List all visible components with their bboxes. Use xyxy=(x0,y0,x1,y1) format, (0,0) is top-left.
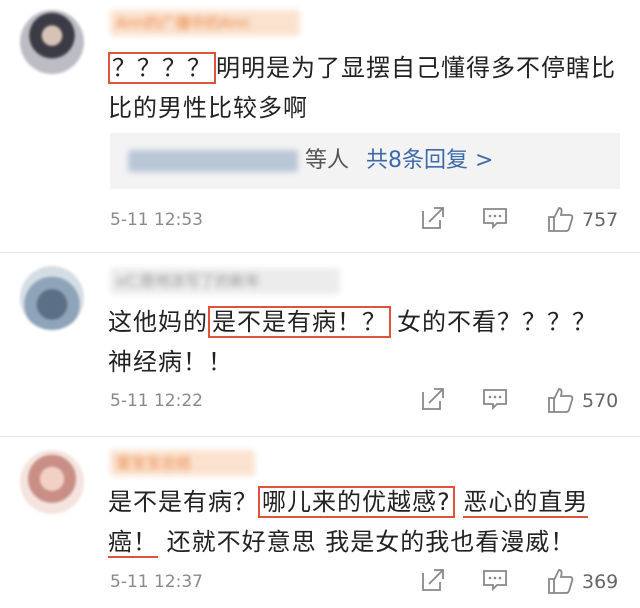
comment-text: 还就不好意思 我是女的我也看漫威！ xyxy=(166,528,576,556)
share-icon[interactable] xyxy=(420,386,446,416)
highlighted-text: ？？？？ xyxy=(108,52,216,84)
username[interactable]: o仁慈地涂写了的新年 xyxy=(110,268,340,294)
highlighted-text: 是不是有病！？ xyxy=(208,306,391,338)
comment-1: Ann的广播中的Ann ？？？？ 明明是为了显摆自己懂得多不停瞎比比的男性比较多啊… xyxy=(0,0,640,248)
username[interactable]: 雷宝宝总结 xyxy=(110,450,255,476)
like-icon[interactable] xyxy=(546,567,574,597)
reply-usernames-blurred xyxy=(128,150,298,172)
avatar[interactable] xyxy=(20,450,84,514)
view-replies-link[interactable]: 共8条回复 > xyxy=(366,148,493,173)
username-text: 雷宝宝总结 xyxy=(116,454,192,472)
timestamp: 5-11 12:22 xyxy=(110,391,203,411)
avatar[interactable] xyxy=(20,10,84,74)
underlined-text-2: 癌！ xyxy=(108,528,158,558)
username-text: Ann的广播中的Ann xyxy=(116,14,250,32)
divider xyxy=(0,436,640,437)
comment-body: ？？？？ 明明是为了显摆自己懂得多不停瞎比比的男性比较多啊 xyxy=(108,48,620,128)
username-text: o仁慈地涂写了的新年 xyxy=(116,272,261,290)
like-icon[interactable] xyxy=(546,205,574,235)
share-icon[interactable] xyxy=(420,205,446,235)
timestamp: 5-11 12:53 xyxy=(110,210,203,230)
divider xyxy=(0,252,640,253)
comment-2: o仁慈地涂写了的新年 这他妈的 是不是有病！？ 女的不看？？？？神经病！！ 5-11… xyxy=(0,258,640,434)
comment-footer: 5-11 12:53 757 xyxy=(110,205,620,235)
comment-footer: 5-11 12:22 570 xyxy=(110,386,620,416)
reply-suffix: 等人 xyxy=(305,148,350,173)
timestamp: 5-11 12:37 xyxy=(110,572,203,592)
comment-3: 雷宝宝总结 是不是有病？ 哪儿来的优越感? 恶心的直男癌！ 还就不好意思 我是女的… xyxy=(0,440,640,608)
comment-footer: 5-11 12:37 369 xyxy=(110,567,620,597)
username[interactable]: Ann的广播中的Ann xyxy=(110,10,300,36)
like-count: 570 xyxy=(582,390,619,412)
reply-summary[interactable]: 等人 共8条回复 > xyxy=(110,133,620,189)
comment-icon[interactable] xyxy=(482,567,508,597)
like-count: 369 xyxy=(582,571,619,593)
comment-icon[interactable] xyxy=(482,386,508,416)
comment-prefix: 是不是有病？ xyxy=(108,488,258,516)
comment-body: 这他妈的 是不是有病！？ 女的不看？？？？神经病！！ xyxy=(108,302,620,382)
highlighted-text: 哪儿来的优越感? xyxy=(258,486,455,518)
underlined-text: 恶心的直男 xyxy=(463,488,589,518)
comment-icon[interactable] xyxy=(482,205,508,235)
share-icon[interactable] xyxy=(420,567,446,597)
like-count: 757 xyxy=(582,209,619,231)
like-icon[interactable] xyxy=(546,386,574,416)
avatar[interactable] xyxy=(20,266,84,330)
comment-body: 是不是有病？ 哪儿来的优越感? 恶心的直男癌！ 还就不好意思 我是女的我也看漫威！ xyxy=(108,482,620,562)
comment-prefix: 这他妈的 xyxy=(108,308,208,336)
